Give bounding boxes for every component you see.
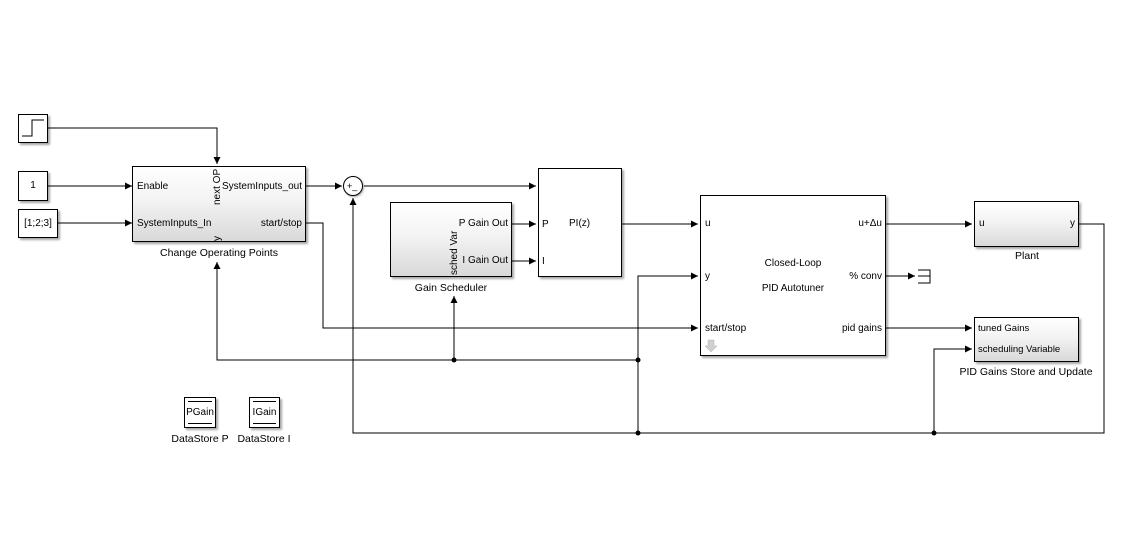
- sum-block[interactable]: +_: [343, 176, 363, 196]
- constant-value: 1: [30, 180, 36, 191]
- mask-arrow-icon: [704, 339, 718, 353]
- port-y: y: [705, 271, 710, 282]
- port-system-inputs-in: SystemInputs_In: [137, 218, 212, 229]
- constant-enable-block[interactable]: 1: [18, 171, 48, 201]
- port-p: P: [542, 219, 549, 230]
- port-start-stop: start/stop: [705, 323, 747, 334]
- port-enable: Enable: [137, 181, 169, 192]
- constant-value: [1;2;3]: [24, 218, 52, 229]
- datastore-p-caption: DataStore P: [171, 433, 229, 445]
- pi-controller-block[interactable]: P I PI(z): [538, 168, 622, 277]
- sum-signs: +_: [347, 181, 358, 191]
- step-block[interactable]: [18, 114, 48, 143]
- autotuner-title-line1: Closed-Loop: [764, 258, 822, 269]
- junction-dot: [635, 357, 641, 363]
- gain-scheduler-block[interactable]: P Gain Out I Gain Out sched Var: [390, 202, 512, 277]
- datastore-i-block[interactable]: IGain: [249, 397, 280, 428]
- port-i-gain-out: I Gain Out: [462, 255, 508, 266]
- port-next-op: next OP: [212, 168, 223, 205]
- port-p-gain-out: P Gain Out: [458, 218, 508, 229]
- datastore-i-caption: DataStore I: [237, 433, 291, 445]
- pid-autotuner-block[interactable]: u y start/stop u+Δu % conv pid gains Clo…: [700, 195, 886, 356]
- junction-dot: [635, 430, 641, 436]
- port-system-inputs-out: SystemInputs_out: [221, 181, 302, 192]
- datastore-i-label: IGain: [252, 407, 277, 418]
- gain-scheduler-caption: Gain Scheduler: [414, 282, 488, 294]
- datastore-p-label: PGain: [186, 407, 214, 418]
- port-y: y: [1070, 218, 1075, 229]
- junction-dot: [931, 430, 937, 436]
- port-y: y: [212, 236, 223, 241]
- wire-step-to-nextop[interactable]: [48, 127, 221, 164]
- port-conv: % conv: [849, 271, 882, 282]
- plant-caption: Plant: [1015, 250, 1039, 262]
- pid-gains-store-block[interactable]: tuned Gains scheduling Variable: [974, 317, 1079, 362]
- step-icon: [22, 119, 44, 137]
- autotuner-title-line2: PID Autotuner: [761, 283, 825, 294]
- constant-inputs-block[interactable]: [1;2;3]: [18, 209, 58, 238]
- port-u: u: [705, 218, 711, 229]
- port-sched-var: sched Var: [449, 230, 460, 275]
- pid-gains-store-caption: PID Gains Store and Update: [959, 366, 1093, 378]
- wire-y-to-autotuner[interactable]: [637, 272, 698, 433]
- port-i: I: [542, 256, 545, 267]
- junction-dot: [451, 357, 457, 363]
- wire-sched-to-store[interactable]: [933, 345, 972, 433]
- port-u: u: [979, 218, 985, 229]
- signal-lines: [48, 127, 1105, 436]
- terminator-block[interactable]: [918, 269, 931, 284]
- port-tuned-gains: tuned Gains: [978, 323, 1030, 334]
- plant-block[interactable]: u y: [974, 201, 1079, 247]
- datastore-p-block[interactable]: PGain: [184, 397, 216, 428]
- change-operating-points-caption: Change Operating Points: [160, 247, 278, 259]
- change-operating-points-block[interactable]: Enable SystemInputs_In SystemInputs_out …: [132, 166, 306, 242]
- port-pid-gains: pid gains: [841, 323, 882, 334]
- port-scheduling-variable: scheduling Variable: [978, 344, 1061, 355]
- port-u-delta-u: u+Δu: [858, 218, 882, 229]
- port-start-stop: start/stop: [260, 218, 302, 229]
- pi-label: PI(z): [569, 218, 591, 229]
